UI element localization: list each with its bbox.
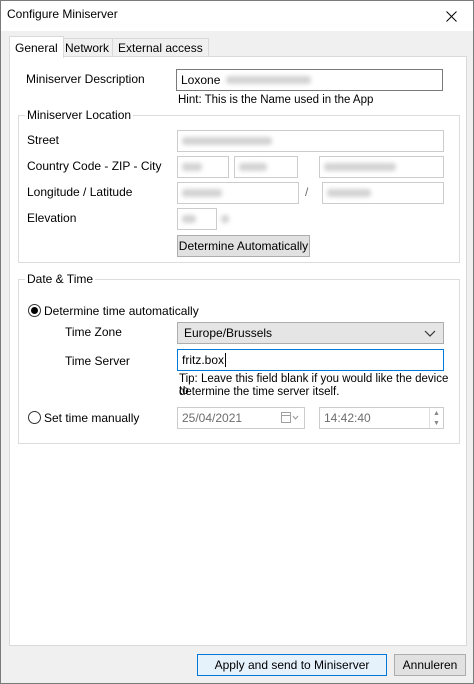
redacted-text (182, 137, 272, 145)
cancel-button[interactable]: Annuleren (394, 654, 466, 676)
location-group-title: Miniserver Location (25, 108, 134, 122)
date-value: 25/04/2021 (182, 411, 243, 425)
tab-general[interactable]: General (9, 36, 64, 58)
date-picker[interactable]: 25/04/2021 (177, 407, 305, 429)
date-time-group-title: Date & Time (25, 272, 96, 286)
city-input[interactable] (319, 156, 444, 178)
location-group: Miniserver Location Street Country Code … (18, 108, 460, 263)
time-spinner[interactable]: ▲ ▼ (429, 408, 443, 428)
redacted-text (324, 163, 396, 171)
radio-selected-dot (31, 307, 38, 314)
time-server-value: fritz.box (182, 353, 225, 367)
set-time-manually-label[interactable]: Set time manually (44, 411, 139, 425)
zip-input[interactable] (234, 156, 298, 178)
determine-time-automatically-radio[interactable] (28, 304, 41, 317)
street-label: Street (27, 133, 60, 147)
description-value: Loxone (181, 73, 221, 87)
time-server-label: Time Server (65, 354, 130, 368)
apply-send-button[interactable]: Apply and send to Miniserver (197, 654, 387, 676)
determine-automatically-button[interactable]: Determine Automatically (177, 235, 310, 257)
window-title: Configure Miniserver (7, 7, 118, 21)
spin-up-icon[interactable]: ▲ (430, 408, 443, 418)
tab-network[interactable]: Network (59, 38, 116, 57)
time-server-tip-line2: determine the time server itself. (179, 386, 340, 398)
close-button[interactable] (429, 1, 473, 31)
configure-miniserver-dialog: Configure Miniserver General Network Ext… (0, 0, 474, 684)
redacted-text (239, 163, 267, 171)
country-code-input[interactable] (177, 156, 229, 178)
elevation-label: Elevation (27, 211, 77, 225)
redacted-text (182, 163, 202, 171)
time-zone-value: Europe/Brussels (184, 326, 273, 340)
date-time-group: Date & Time Determine time automatically… (18, 272, 460, 444)
spin-down-icon[interactable]: ▼ (430, 418, 443, 428)
chevron-down-icon (424, 330, 436, 337)
text-cursor (225, 353, 227, 367)
redacted-text (221, 215, 229, 223)
lonlat-separator: / (305, 185, 309, 199)
time-zone-select[interactable]: Europe/Brussels (177, 322, 444, 344)
time-picker[interactable]: 14:42:40 ▲ ▼ (319, 407, 444, 429)
calendar-dropdown-icon (281, 412, 299, 423)
description-hint: Hint: This is the Name used in the App (178, 94, 374, 106)
street-input[interactable] (177, 130, 444, 152)
description-input[interactable]: Loxone (176, 69, 443, 91)
set-time-manually-radio[interactable] (28, 411, 41, 424)
general-tab-panel: Miniserver Description Loxone Hint: This… (9, 56, 467, 646)
title-bar: Configure Miniserver (1, 1, 473, 31)
redacted-text (182, 189, 222, 197)
latitude-input[interactable] (322, 182, 444, 204)
elevation-input[interactable] (177, 208, 217, 230)
time-value: 14:42:40 (324, 411, 371, 425)
country-zip-city-label: Country Code - ZIP - City (27, 159, 162, 173)
redacted-text (327, 189, 371, 197)
longitude-input[interactable] (177, 182, 299, 204)
redacted-text (182, 215, 196, 223)
time-server-input[interactable]: fritz.box (177, 349, 444, 371)
longitude-latitude-label: Longitude / Latitude (27, 185, 133, 199)
redacted-text (226, 76, 312, 84)
tab-external-access[interactable]: External access (112, 38, 209, 57)
close-icon (445, 10, 457, 22)
time-zone-label: Time Zone (65, 325, 122, 339)
description-label: Miniserver Description (26, 72, 145, 86)
determine-time-automatically-label[interactable]: Determine time automatically (44, 304, 199, 318)
